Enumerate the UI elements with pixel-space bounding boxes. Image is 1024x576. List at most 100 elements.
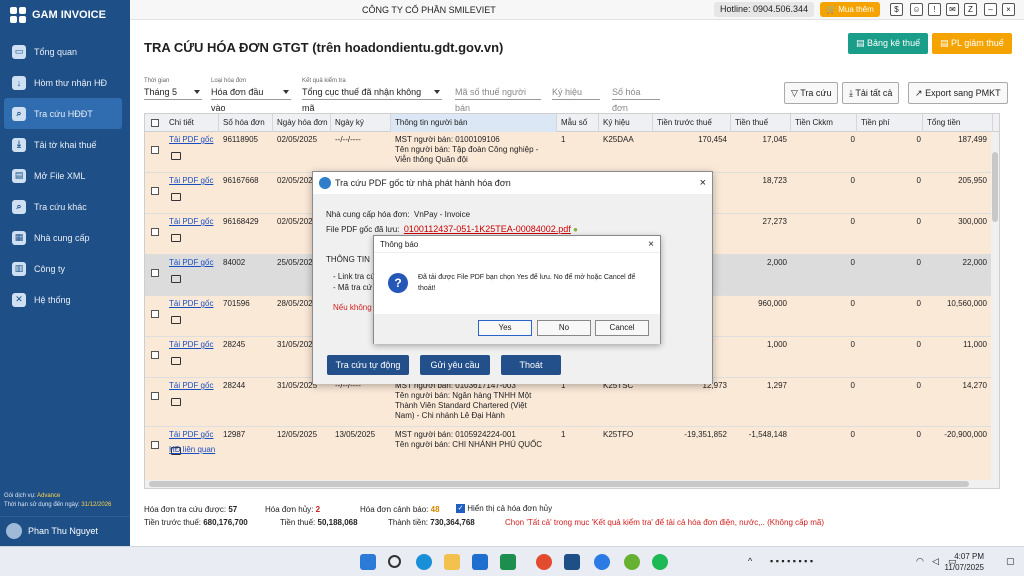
row-checkbox[interactable] [151, 228, 159, 236]
no-button[interactable]: No [537, 320, 591, 336]
printer-icon[interactable] [171, 234, 181, 242]
close-icon[interactable]: × [648, 236, 654, 253]
column-header[interactable]: Tổng tiền [923, 114, 993, 132]
zalo-icon[interactable] [594, 554, 610, 570]
pdf-reduce-button[interactable]: ▤ PL giảm thuế [932, 33, 1012, 54]
windows-start-icon[interactable] [360, 554, 376, 570]
file-explorer-icon[interactable] [444, 554, 460, 570]
printer-icon[interactable] [171, 398, 181, 406]
horizontal-scrollbar[interactable] [145, 480, 993, 488]
row-checkbox[interactable] [151, 441, 159, 449]
speaker-icon[interactable]: ◁ [932, 556, 939, 567]
search-button[interactable]: ▽ Tra cứu [784, 82, 839, 104]
row-checkbox[interactable] [151, 351, 159, 359]
spotify-icon[interactable] [652, 554, 668, 570]
row-checkbox[interactable] [151, 269, 159, 277]
sidebar-item-2[interactable]: ⌕ Tra cứu HĐĐT [4, 98, 122, 129]
app-icon[interactable] [624, 554, 640, 570]
sidebar-item-3[interactable]: ⤓ Tải tờ khai thuế [0, 129, 130, 160]
row-checkbox[interactable] [151, 146, 159, 154]
show-cancel-checkbox[interactable]: ✓ Hiển thị cả hóa đơn hủy [456, 504, 552, 514]
folder-icon[interactable]: ● [573, 225, 578, 234]
download-pdf-link[interactable]: Tải PDF gốc [169, 217, 213, 226]
wifi-icon[interactable]: ◠ [916, 556, 924, 567]
word-icon[interactable] [472, 554, 488, 570]
column-header[interactable]: Tiền phí [857, 114, 923, 132]
printer-icon[interactable] [171, 152, 181, 160]
minimize-icon[interactable]: – [984, 3, 997, 16]
invoice-no-input[interactable]: Số hóa đơn [612, 78, 660, 113]
column-header[interactable]: Mẫu số [557, 114, 599, 132]
search-icon[interactable] [388, 555, 401, 568]
printer-icon[interactable] [171, 316, 181, 324]
table-row[interactable]: Tải PDF gốc 96118905 02/05/2025 --/--/---- M… [145, 132, 999, 173]
money-bag-icon[interactable]: $ [890, 3, 903, 16]
user-profile[interactable]: Phan Thu Nguyet [0, 516, 130, 544]
download-pdf-link[interactable]: Tải PDF gốc [169, 176, 213, 185]
column-header[interactable]: Thông tin người bán [391, 114, 557, 132]
cancel-button[interactable]: Cancel [595, 320, 649, 336]
send-request-button[interactable]: Gửi yêu cầu [420, 355, 490, 375]
notification-icon[interactable]: ▢ [1006, 556, 1015, 567]
download-pdf-link[interactable]: Tải PDF gốc [169, 258, 213, 267]
column-header[interactable]: Tiền thuế [731, 114, 791, 132]
column-header[interactable]: Ký hiệu [599, 114, 653, 132]
user-icon[interactable]: ☺ [910, 3, 923, 16]
exit-button[interactable]: Thoát [501, 355, 561, 375]
table-row[interactable]: Tải PDF gốc 12987 12/05/2025 13/05/2025 MST … [145, 427, 999, 482]
period-filter[interactable]: Thời gian Tháng 5 [144, 78, 202, 100]
result-filter[interactable]: Kết quả kiểm tra Tổng cục thuế đã nhận k… [302, 78, 442, 113]
column-header[interactable]: Ngày ký [331, 114, 391, 132]
download-pdf-link[interactable]: Tải PDF gốc [169, 340, 213, 349]
column-header[interactable]: Chi tiết [165, 114, 219, 132]
sidebar-item-4[interactable]: ▤ Mở File XML [0, 160, 130, 191]
buy-more-button[interactable]: 🛒 Mua thêm [820, 2, 880, 17]
printer-icon[interactable] [171, 357, 181, 365]
tray-icons[interactable]: ▪ ▪ ▪ ▪ ▪ ▪ ▪ ▪ [770, 556, 813, 566]
column-header[interactable]: Số hóa đơn [219, 114, 273, 132]
table-row[interactable]: Tải PDF gốc 28244 31/05/2025 --/--/---- MST … [145, 378, 999, 427]
close-icon[interactable]: × [700, 172, 706, 194]
row-checkbox[interactable] [151, 187, 159, 195]
invoice-number: 28244 [223, 381, 246, 390]
sidebar-item-0[interactable]: ▭ Tổng quan [0, 36, 130, 67]
excel-icon[interactable] [500, 554, 516, 570]
chat-icon[interactable]: ✉ [946, 3, 959, 16]
bell-icon[interactable]: ! [928, 3, 941, 16]
sidebar-item-8[interactable]: ✕ Hệ thống [0, 284, 130, 315]
close-icon[interactable]: × [1002, 3, 1015, 16]
printer-icon[interactable] [171, 193, 181, 201]
tax-code-input[interactable]: Mã số thuế người bán [455, 78, 541, 113]
download-pdf-link[interactable]: Tải PDF gốc [169, 135, 213, 144]
yes-button[interactable]: Yes [478, 320, 532, 336]
select-all-checkbox[interactable] [151, 119, 159, 127]
tax-table-button[interactable]: ▤ Bảng kê thuế [848, 33, 929, 54]
download-pdf-link[interactable]: Tải PDF gốc [169, 299, 213, 308]
download-all-button[interactable]: ⤓ Tải tất cả [842, 82, 900, 104]
sidebar-item-6[interactable]: ▦ Nhà cung cấp [0, 222, 130, 253]
zalo-icon[interactable]: Z [964, 3, 977, 16]
printer-icon[interactable] [171, 275, 181, 283]
column-header[interactable]: Tiền Ckkm [791, 114, 857, 132]
download-pdf-link[interactable]: Tải PDF gốc [169, 381, 213, 390]
download-pdf-link[interactable]: Tải PDF gốc [169, 430, 213, 439]
chevron-up-icon[interactable]: ^ [748, 556, 752, 566]
column-header[interactable]: Ngày hóa đơn [273, 114, 331, 132]
gam-invoice-icon[interactable] [564, 554, 580, 570]
vertical-scrollbar[interactable] [991, 132, 999, 488]
system-clock[interactable]: 4:07 PM 11/07/2025 [945, 551, 984, 573]
related-invoice-link[interactable]: HĐ liên quan [169, 445, 215, 454]
invoice-type-filter[interactable]: Loại hóa đơn Hóa đơn đầu vào [211, 78, 291, 113]
sidebar-item-1[interactable]: ↓ Hòm thư nhận HĐ [0, 67, 130, 98]
auto-lookup-button[interactable]: Tra cứu tự động [327, 355, 409, 375]
export-button[interactable]: ↗ Export sang PMKT [908, 82, 1008, 104]
row-checkbox[interactable] [151, 392, 159, 400]
sidebar-item-5[interactable]: ⌕ Tra cứu khác [0, 191, 130, 222]
edge-icon[interactable] [416, 554, 432, 570]
sidebar-item-7[interactable]: ▥ Công ty [0, 253, 130, 284]
column-header[interactable]: Tiền trước thuế [653, 114, 731, 132]
pdf-file-link[interactable]: 0100112437-051-1K25TEA-00084002.pdf [404, 224, 571, 234]
row-checkbox[interactable] [151, 310, 159, 318]
chrome-icon[interactable] [536, 554, 552, 570]
symbol-input[interactable]: Ký hiệu [552, 78, 600, 100]
